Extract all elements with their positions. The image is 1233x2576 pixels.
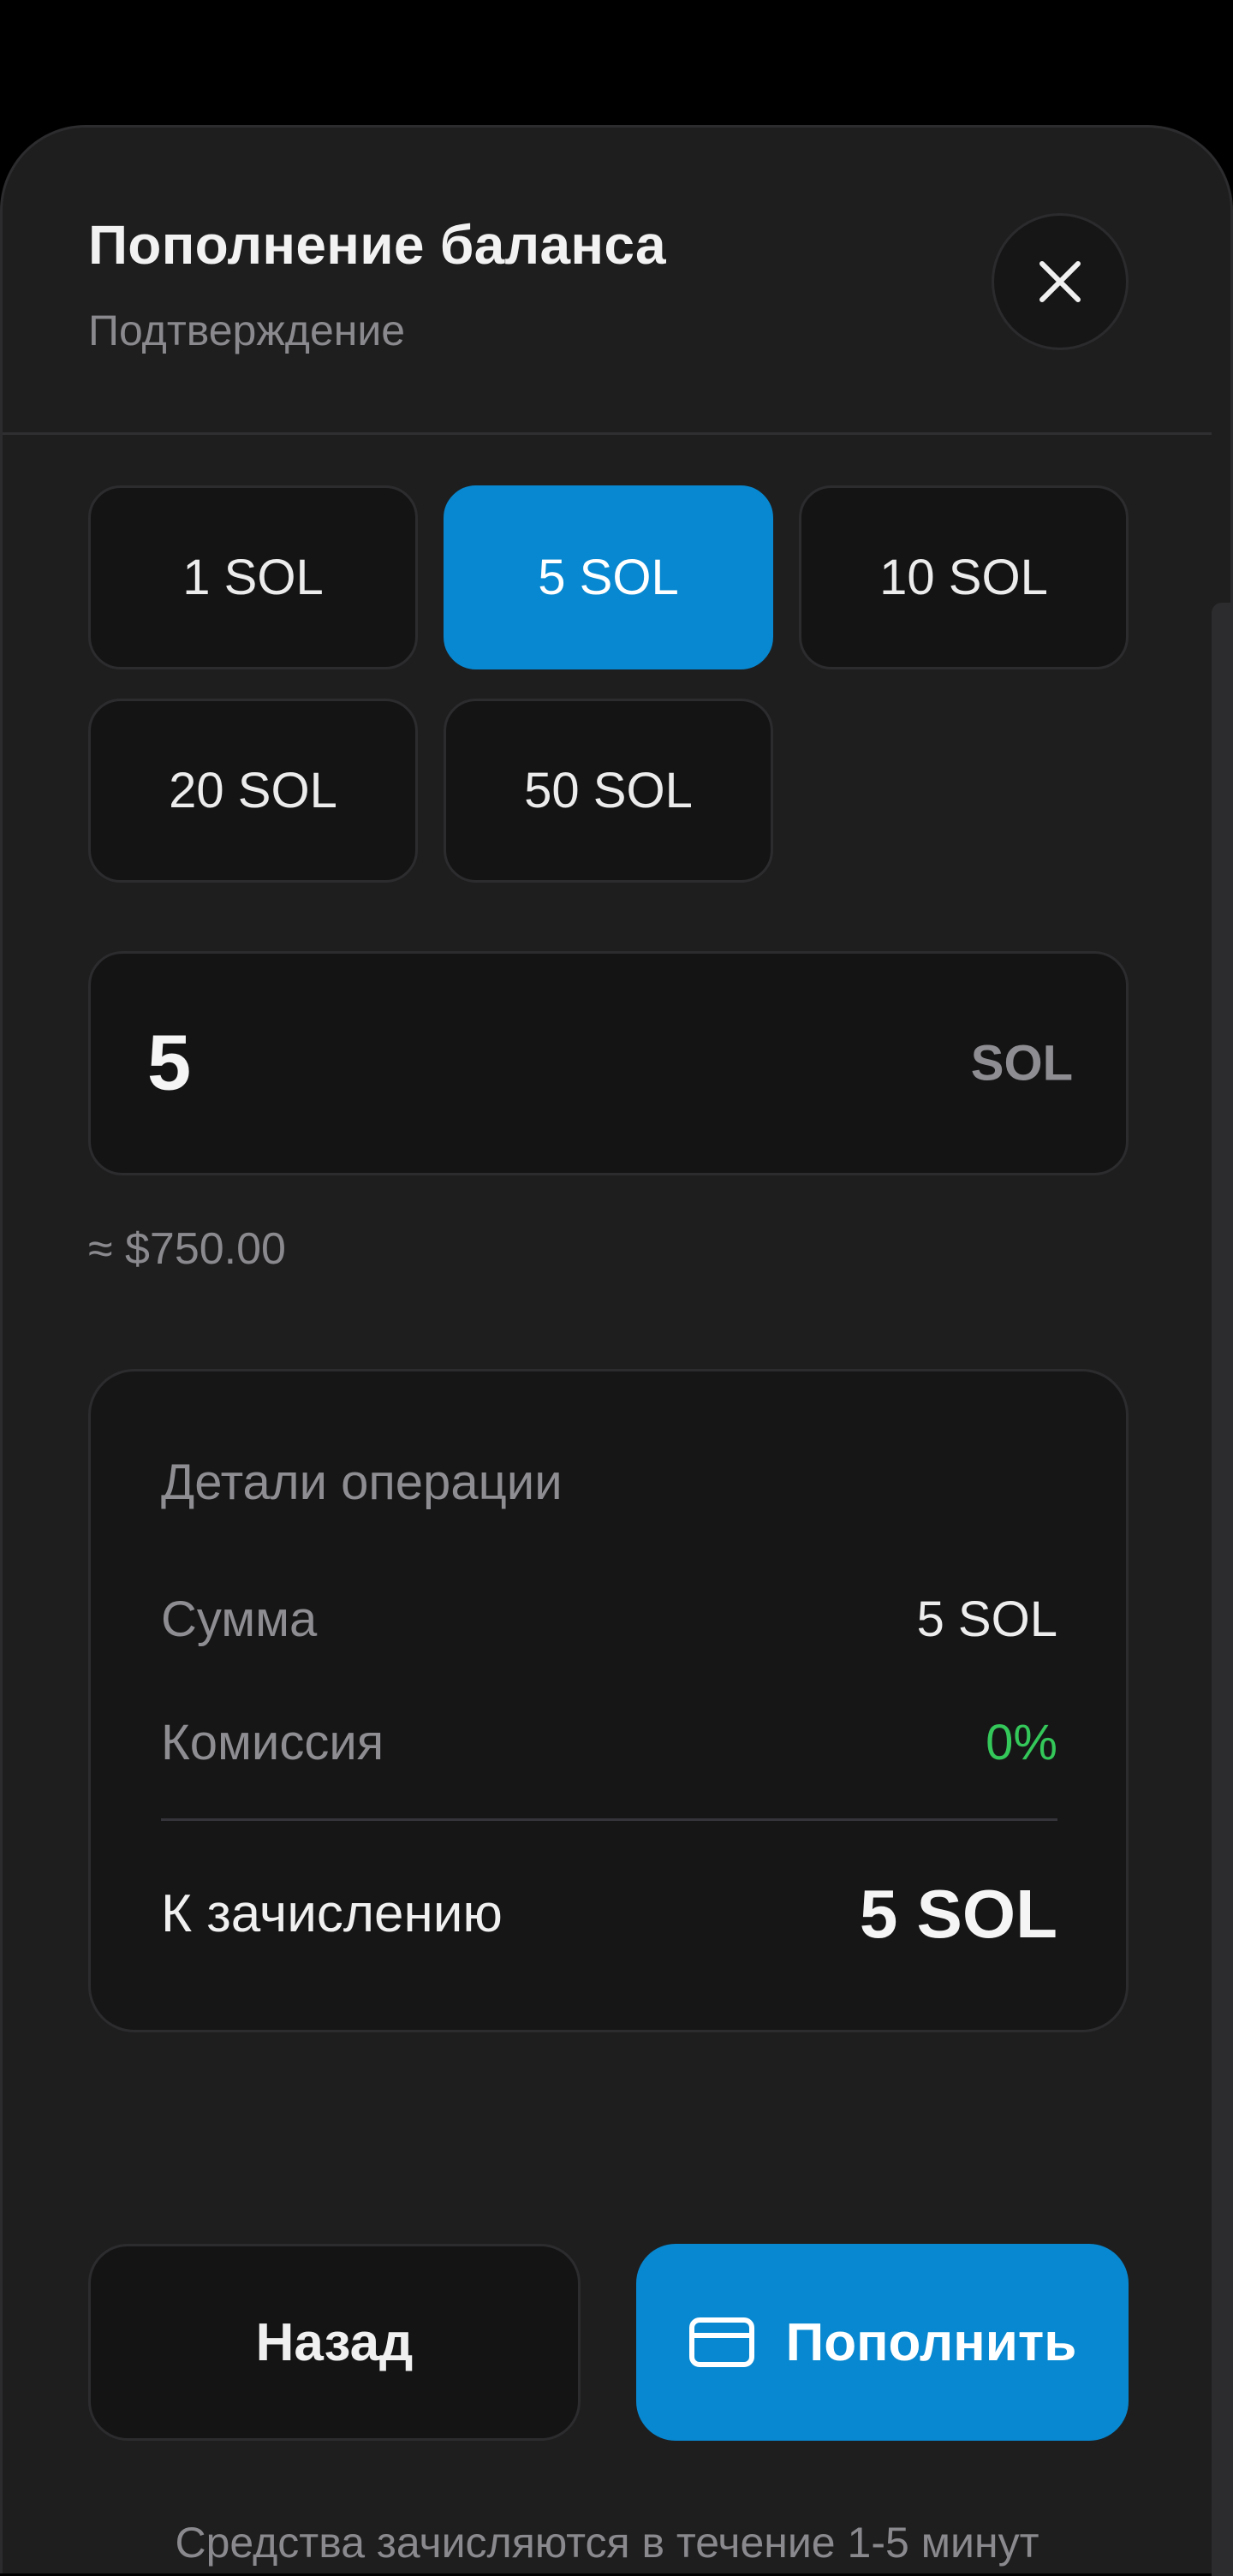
sheet-header: Пополнение баланса Подтверждение — [3, 128, 1230, 434]
usd-equivalent: ≈ $750.00 — [88, 1224, 286, 1274]
preset-label: 20 SOL — [169, 763, 337, 818]
credit-time-note: Средства зачисляются в течение 1-5 минут — [175, 2519, 1039, 2567]
back-button-label: Назад — [255, 2312, 414, 2372]
total-label: К зачислению — [161, 1884, 503, 1943]
back-button[interactable]: Назад — [88, 2244, 581, 2441]
preset-label: 10 SOL — [879, 550, 1048, 605]
sheet-subtitle: Подтверждение — [88, 306, 406, 354]
sheet-title: Пополнение баланса — [88, 214, 666, 276]
amount-unit: SOL — [970, 1035, 1073, 1092]
sum-label: Сумма — [161, 1591, 318, 1647]
details-title: Детали операции — [161, 1455, 563, 1510]
topup-button[interactable]: Пополнить — [636, 2244, 1129, 2441]
fee-label: Комиссия — [161, 1715, 384, 1770]
total-value: 5 SOL — [859, 1876, 1057, 1952]
close-icon — [1039, 261, 1081, 302]
sum-value: 5 SOL — [916, 1591, 1057, 1647]
close-button[interactable] — [992, 213, 1129, 350]
preset-1-sol[interactable]: 1 SOL — [88, 485, 418, 669]
preset-5-sol[interactable]: 5 SOL — [444, 485, 773, 669]
preset-label: 50 SOL — [524, 763, 693, 818]
scrollbar[interactable] — [1212, 603, 1233, 2576]
preset-label: 5 SOL — [538, 550, 679, 605]
credit-card-icon — [688, 2317, 754, 2367]
details-divider — [161, 1818, 1057, 1821]
operation-details-card: Детали операции Сумма 5 SOL Комиссия 0% … — [88, 1369, 1129, 2032]
topup-sheet: Пополнение баланса Подтверждение 1 SOL 5… — [0, 125, 1233, 2576]
preset-10-sol[interactable]: 10 SOL — [799, 485, 1129, 669]
topup-button-label: Пополнить — [785, 2312, 1077, 2372]
preset-20-sol[interactable]: 20 SOL — [88, 699, 418, 883]
fee-value: 0% — [986, 1715, 1057, 1770]
preset-label: 1 SOL — [182, 550, 324, 605]
preset-50-sol[interactable]: 50 SOL — [444, 699, 773, 883]
amount-input[interactable]: 5 SOL — [88, 951, 1129, 1175]
amount-value: 5 — [147, 1019, 192, 1107]
header-divider — [3, 432, 1212, 435]
